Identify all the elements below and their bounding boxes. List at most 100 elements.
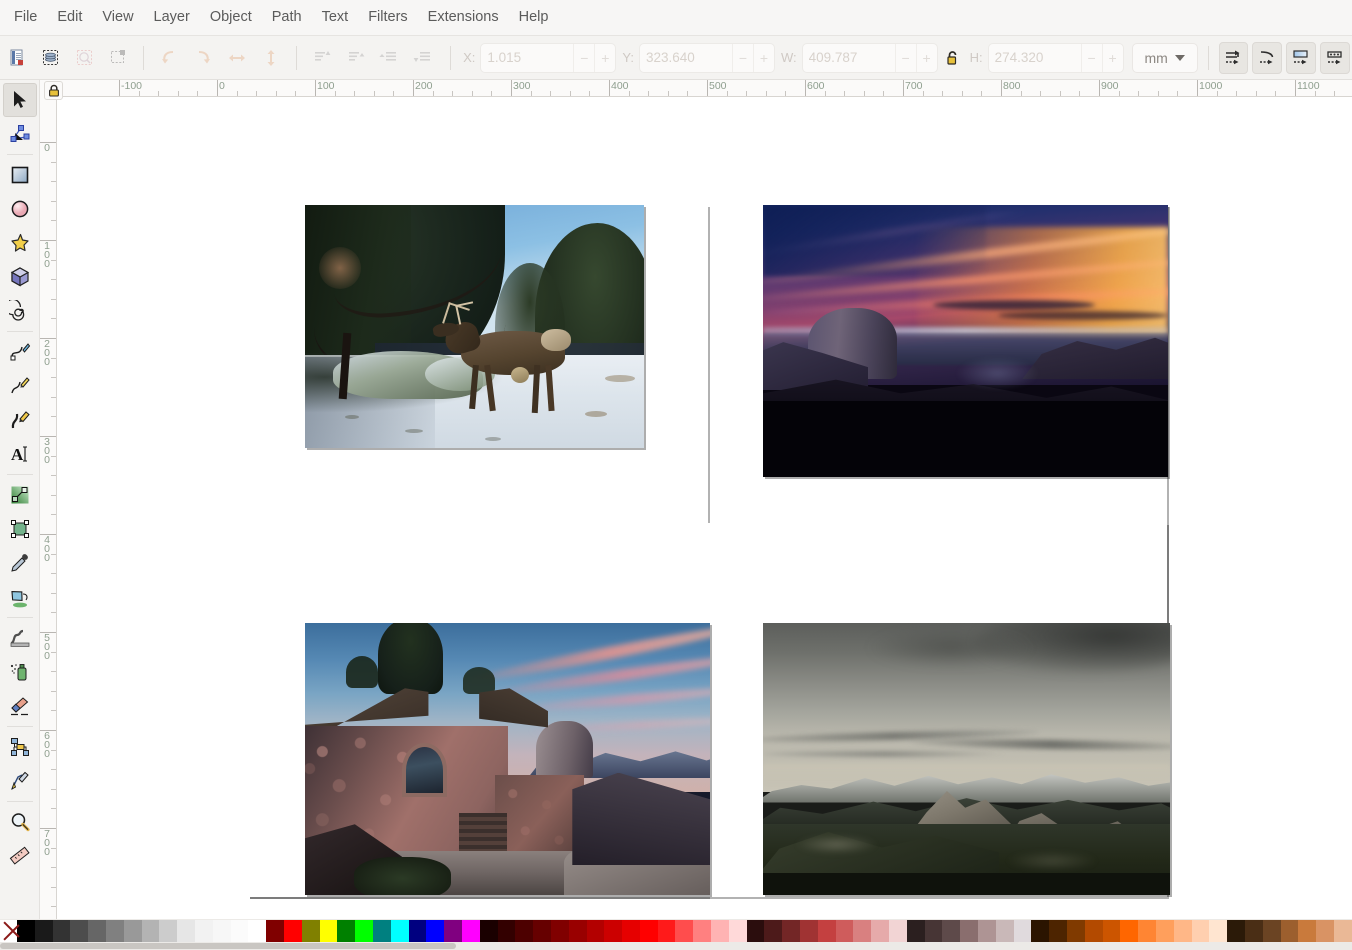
- horizontal-ruler[interactable]: -100010020030040050060070080090010001100: [40, 80, 1352, 97]
- affect-gradient-icon[interactable]: [1286, 42, 1316, 74]
- lpe-tool[interactable]: [3, 764, 37, 798]
- palette-scrollbar-thumb[interactable]: [0, 943, 456, 949]
- palette-swatch[interactable]: [1298, 920, 1316, 942]
- photo-stone-hut-glacier-point[interactable]: [305, 623, 710, 895]
- palette-swatch[interactable]: [942, 920, 960, 942]
- x-spin[interactable]: − +: [480, 43, 616, 73]
- palette-swatch[interactable]: [1138, 920, 1156, 942]
- lower-to-bottom-icon[interactable]: [409, 43, 437, 73]
- x-decrement[interactable]: −: [573, 44, 594, 72]
- palette-swatch[interactable]: [480, 920, 498, 942]
- box3d-tool[interactable]: [3, 260, 37, 294]
- document-properties-icon[interactable]: [3, 43, 31, 73]
- palette-swatch[interactable]: [284, 920, 302, 942]
- raise-icon[interactable]: [342, 43, 370, 73]
- palette-swatch[interactable]: [764, 920, 782, 942]
- palette-swatch[interactable]: [70, 920, 88, 942]
- affect-rotate-icon[interactable]: [1252, 42, 1282, 74]
- menu-help[interactable]: Help: [509, 5, 559, 30]
- palette-swatch[interactable]: [1209, 920, 1227, 942]
- palette-scrollbar[interactable]: [0, 942, 1352, 950]
- pencil-tool[interactable]: [3, 369, 37, 403]
- text-tool[interactable]: A: [3, 437, 37, 471]
- y-input[interactable]: [640, 44, 732, 72]
- palette-swatch[interactable]: [658, 920, 676, 942]
- palette-swatch[interactable]: [818, 920, 836, 942]
- palette-swatch[interactable]: [124, 920, 142, 942]
- mesh-gradient-tool[interactable]: [3, 512, 37, 546]
- palette-swatch[interactable]: [1334, 920, 1352, 942]
- palette-swatch[interactable]: [444, 920, 462, 942]
- unit-selector[interactable]: mm: [1132, 43, 1198, 73]
- rotate-cw-icon[interactable]: [189, 43, 217, 73]
- palette-swatch[interactable]: [782, 920, 800, 942]
- spiral-tool[interactable]: [3, 294, 37, 328]
- palette-swatch[interactable]: [836, 920, 854, 942]
- w-decrement[interactable]: −: [895, 44, 916, 72]
- selector-tool[interactable]: [3, 83, 37, 117]
- h-increment[interactable]: +: [1102, 44, 1123, 72]
- palette-swatch[interactable]: [853, 920, 871, 942]
- w-input[interactable]: [803, 44, 895, 72]
- palette-swatch[interactable]: [533, 920, 551, 942]
- color-palette[interactable]: [0, 920, 1352, 942]
- palette-swatch[interactable]: [355, 920, 373, 942]
- spray-tool[interactable]: [3, 655, 37, 689]
- palette-swatch[interactable]: [320, 920, 338, 942]
- menu-view[interactable]: View: [92, 5, 143, 30]
- drawing-canvas[interactable]: [57, 97, 1352, 920]
- palette-swatch[interactable]: [1049, 920, 1067, 942]
- palette-swatch[interactable]: [800, 920, 818, 942]
- node-tool[interactable]: [3, 117, 37, 151]
- palette-swatch[interactable]: [996, 920, 1014, 942]
- menu-layer[interactable]: Layer: [144, 5, 200, 30]
- palette-swatch[interactable]: [1120, 920, 1138, 942]
- palette-swatch[interactable]: [711, 920, 729, 942]
- palette-swatch[interactable]: [266, 920, 284, 942]
- star-tool[interactable]: [3, 226, 37, 260]
- palette-swatch[interactable]: [213, 920, 231, 942]
- palette-swatch[interactable]: [693, 920, 711, 942]
- flip-vertical-icon[interactable]: [257, 43, 285, 73]
- lock-wh-ratio-toggle[interactable]: [940, 43, 966, 73]
- connector-tool[interactable]: [3, 730, 37, 764]
- affect-move-icon[interactable]: [1219, 42, 1249, 74]
- palette-swatch[interactable]: [604, 920, 622, 942]
- selection-preview-icon[interactable]: [71, 43, 99, 73]
- menu-file[interactable]: File: [4, 5, 47, 30]
- palette-swatch[interactable]: [142, 920, 160, 942]
- palette-swatch[interactable]: [1227, 920, 1245, 942]
- menu-extensions[interactable]: Extensions: [418, 5, 509, 30]
- dropper-tool[interactable]: [3, 546, 37, 580]
- paint-bucket-tool[interactable]: [3, 580, 37, 614]
- vertical-ruler[interactable]: 0100200300400500600700: [40, 97, 57, 920]
- menu-edit[interactable]: Edit: [47, 5, 92, 30]
- palette-swatch[interactable]: [640, 920, 658, 942]
- lower-icon[interactable]: [375, 43, 403, 73]
- gradient-tool[interactable]: [3, 478, 37, 512]
- palette-swatch[interactable]: [391, 920, 409, 942]
- layers-dialog-icon[interactable]: [37, 43, 65, 73]
- palette-swatch[interactable]: [1263, 920, 1281, 942]
- palette-swatch[interactable]: [1103, 920, 1121, 942]
- palette-swatch[interactable]: [177, 920, 195, 942]
- y-decrement[interactable]: −: [732, 44, 753, 72]
- palette-swatch[interactable]: [1085, 920, 1103, 942]
- palette-swatch[interactable]: [1174, 920, 1192, 942]
- x-increment[interactable]: +: [594, 44, 615, 72]
- palette-swatch[interactable]: [106, 920, 124, 942]
- palette-swatch[interactable]: [729, 920, 747, 942]
- palette-swatch[interactable]: [159, 920, 177, 942]
- x-input[interactable]: [481, 44, 573, 72]
- palette-swatch[interactable]: [978, 920, 996, 942]
- palette-swatch[interactable]: [925, 920, 943, 942]
- palette-swatch[interactable]: [907, 920, 925, 942]
- palette-swatch[interactable]: [871, 920, 889, 942]
- eraser-tool[interactable]: [3, 689, 37, 723]
- palette-swatch[interactable]: [747, 920, 765, 942]
- w-spin[interactable]: − +: [802, 43, 938, 73]
- palette-swatch[interactable]: [960, 920, 978, 942]
- calligraphy-tool[interactable]: [3, 403, 37, 437]
- menu-text[interactable]: Text: [312, 5, 359, 30]
- photo-half-dome-sunset[interactable]: [763, 205, 1168, 477]
